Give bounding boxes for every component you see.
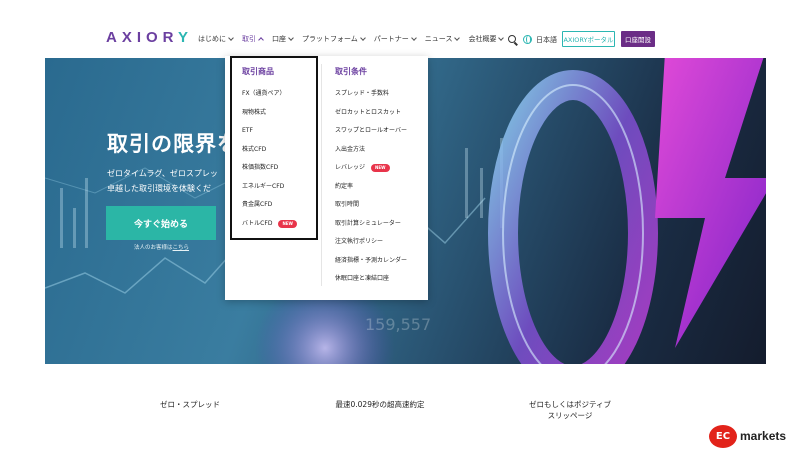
svg-text:159,557: 159,557 xyxy=(365,315,431,334)
nav-trading[interactable]: 取引 xyxy=(242,34,264,44)
axiory-logo[interactable]: AXIORY xyxy=(106,29,193,46)
menu-item-zerocut[interactable]: ゼロカットとロスカット xyxy=(335,104,407,123)
chevron-down-icon xyxy=(359,35,366,41)
menu-item-spread[interactable]: スプレッド・手数料 xyxy=(335,85,407,104)
new-badge: NEW xyxy=(278,219,297,228)
feature-zero-spread: ゼロ・スプレッド xyxy=(160,400,220,409)
menu-item-battle-cfd[interactable]: バトルCFD NEW xyxy=(242,215,297,234)
portal-button[interactable]: AXIORYポータル xyxy=(562,31,615,47)
chevron-up-icon xyxy=(258,37,264,43)
corporate-link[interactable]: こちら xyxy=(173,245,190,251)
feature-slippage: ゼロもしくはポジティブ スリッページ xyxy=(528,400,612,420)
menu-item-etf[interactable]: ETF xyxy=(242,122,297,141)
menu-item-swap[interactable]: スワップとロールオーバー xyxy=(335,122,407,141)
trading-dropdown-menu: 取引商品 FX（通貨ペア） 現物株式 ETF 株式CFD 株価指数CFD エネル… xyxy=(225,56,428,300)
start-now-button[interactable]: 今すぐ始める xyxy=(106,206,216,240)
new-badge: NEW xyxy=(371,164,390,173)
conditions-heading: 取引条件 xyxy=(335,67,367,76)
menu-item-calendar[interactable]: 経済指標・予測カレンダー xyxy=(335,252,407,271)
chevron-down-icon xyxy=(410,35,417,41)
globe-icon[interactable] xyxy=(523,35,532,44)
hero-title: 取引の限界を xyxy=(107,132,239,156)
nav-getting-started[interactable]: はじめに xyxy=(198,34,234,44)
nav-news[interactable]: ニュース xyxy=(425,34,461,44)
menu-item-deposit[interactable]: 入出金方法 xyxy=(335,141,407,160)
menu-item-stock-cfd[interactable]: 株式CFD xyxy=(242,141,297,160)
nav-company[interactable]: 会社概要 xyxy=(468,34,505,44)
chevron-down-icon xyxy=(454,35,461,41)
ec-markets-text: markets xyxy=(740,429,787,443)
menu-item-index-cfd[interactable]: 株価指数CFD xyxy=(242,159,297,178)
chevron-down-icon xyxy=(288,35,294,41)
nav-accounts[interactable]: 口座 xyxy=(272,34,294,44)
menu-item-leverage[interactable]: レバレッジ NEW xyxy=(335,159,407,178)
language-selector[interactable]: 日本語 xyxy=(536,35,557,45)
conditions-column: 取引条件 スプレッド・手数料 ゼロカットとロスカット スワップとロールオーバー … xyxy=(335,66,407,289)
menu-item-simulator[interactable]: 取引計算シミュレーター xyxy=(335,215,407,234)
nav-partners[interactable]: パートナー xyxy=(374,34,417,44)
main-nav: はじめに 取引 口座 プラットフォーム パートナー ニュース 会社概要 xyxy=(198,34,512,44)
menu-item-fx[interactable]: FX（通貨ペア） xyxy=(242,85,297,104)
open-account-button[interactable]: 口座開設 xyxy=(621,31,655,47)
menu-item-stocks[interactable]: 現物株式 xyxy=(242,104,297,123)
menu-item-fill-rate[interactable]: 約定率 xyxy=(335,178,407,197)
menu-item-metals-cfd[interactable]: 貴金属CFD xyxy=(242,196,297,215)
products-column: 取引商品 FX（通貨ペア） 現物株式 ETF 株式CFD 株価指数CFD エネル… xyxy=(242,66,297,233)
chevron-down-icon xyxy=(498,35,505,41)
menu-item-energy-cfd[interactable]: エネルギーCFD xyxy=(242,178,297,197)
menu-divider xyxy=(321,64,322,286)
chevron-down-icon xyxy=(228,35,234,41)
nav-platforms[interactable]: プラットフォーム xyxy=(302,34,366,44)
ec-markets-logo: EC xyxy=(709,425,737,448)
menu-item-execution-policy[interactable]: 注文執行ポリシー xyxy=(335,233,407,252)
corporate-note: 法人のお客様はこちら xyxy=(134,245,190,251)
feature-fast-execution: 最速0.029秒の超高速約定 xyxy=(335,400,425,409)
products-heading: 取引商品 xyxy=(242,67,274,76)
menu-item-hours[interactable]: 取引時間 xyxy=(335,196,407,215)
menu-item-dormant[interactable]: 休眠口座と凍結口座 xyxy=(335,270,407,289)
site-header: AXIORY はじめに 取引 口座 プラットフォーム パートナー ニュース 会社… xyxy=(0,0,800,58)
search-icon[interactable] xyxy=(508,35,516,43)
